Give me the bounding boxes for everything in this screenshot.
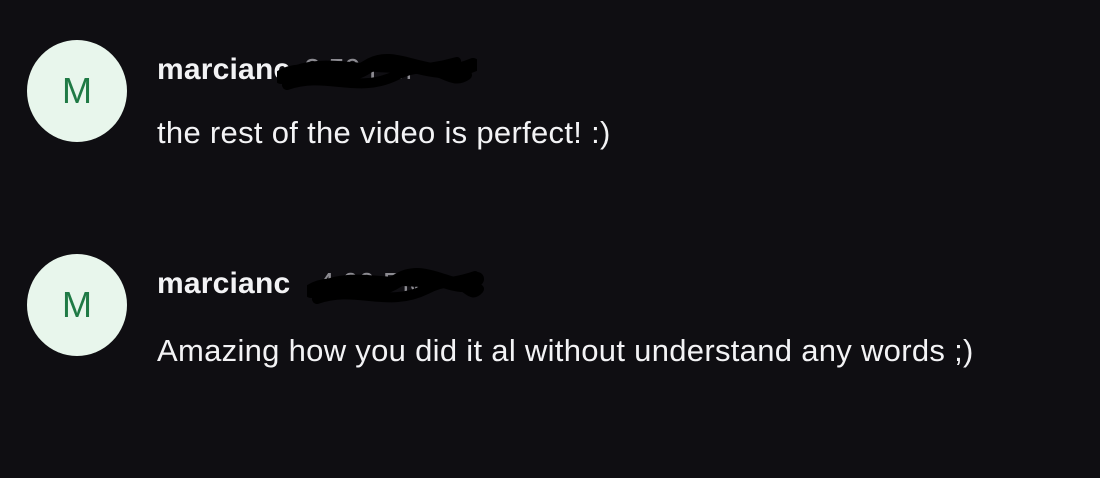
avatar-letter: M bbox=[62, 284, 92, 325]
username[interactable]: marcianc bbox=[157, 267, 290, 300]
avatar-letter: M bbox=[62, 70, 92, 111]
message-text: the rest of the video is perfect! :) bbox=[157, 115, 611, 150]
avatar[interactable]: M bbox=[27, 40, 127, 142]
timestamp: 4:00 PM bbox=[318, 267, 427, 300]
timestamp: 3:59 PM bbox=[304, 53, 413, 86]
message-header: marcianc 4:00 PM bbox=[157, 264, 484, 304]
username[interactable]: marcianc bbox=[157, 53, 290, 86]
message-text: Amazing how you did it al without unders… bbox=[157, 333, 974, 368]
message-header: marcianc 3:59 PM bbox=[157, 50, 477, 90]
avatar[interactable]: M bbox=[27, 254, 127, 356]
username-wrapper: marcianc bbox=[157, 267, 484, 304]
username-wrapper: marcianc bbox=[157, 53, 477, 90]
